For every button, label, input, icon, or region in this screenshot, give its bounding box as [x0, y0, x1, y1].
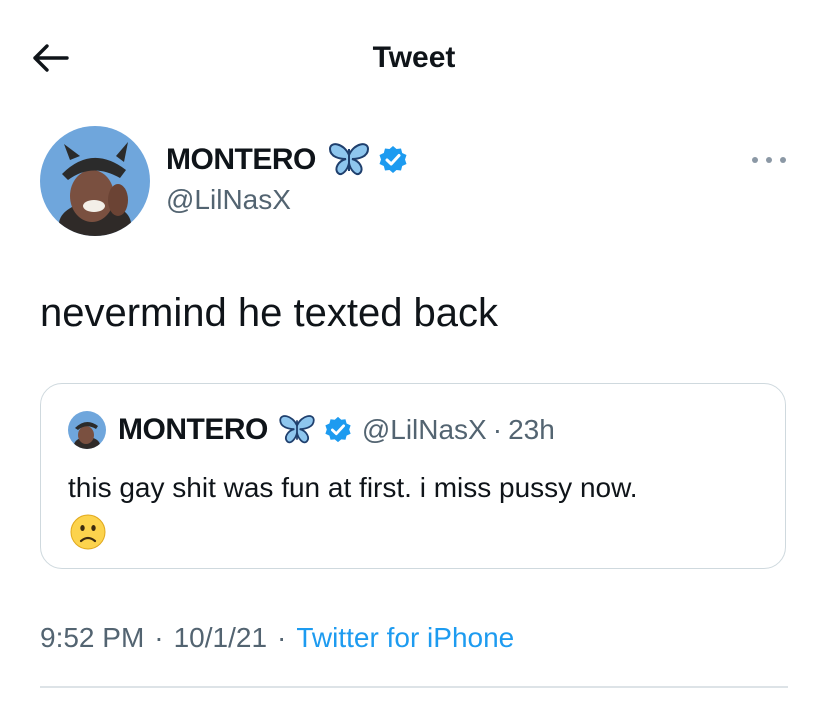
butterfly-icon: [278, 415, 316, 445]
quoted-handle: @LilNasX: [361, 414, 487, 445]
page-title: Tweet: [372, 41, 456, 74]
verified-badge-icon: [378, 145, 408, 175]
quoted-separator: ·: [492, 414, 503, 445]
divider: [40, 686, 788, 688]
meta-separator: ·: [277, 622, 287, 653]
author-handle[interactable]: @LilNasX: [166, 182, 291, 218]
verified-badge-icon: [324, 416, 352, 444]
quoted-timestamp: 23h: [508, 414, 555, 445]
more-options-button[interactable]: [752, 148, 786, 172]
quoted-tweet-text: this gay shit was fun at first. i miss p…: [68, 472, 638, 503]
more-dot: [766, 157, 772, 163]
more-dot: [780, 157, 786, 163]
tweet-source-link[interactable]: Twitter for iPhone: [296, 618, 514, 658]
slightly-frowning-face-icon: [70, 514, 106, 550]
author-display-name[interactable]: MONTERO: [166, 143, 316, 177]
tweet-meta: 9:52 PM · 10/1/21 · Twitter for iPhone: [40, 618, 514, 658]
butterfly-icon: [328, 143, 370, 177]
tweet-time[interactable]: 9:52 PM: [40, 618, 144, 658]
author-avatar[interactable]: [40, 126, 150, 236]
meta-separator: ·: [154, 622, 164, 653]
tweet-date[interactable]: 10/1/21: [174, 618, 267, 658]
tweet-text: nevermind he texted back: [40, 291, 499, 335]
quoted-author-avatar: [68, 411, 106, 449]
more-horizontal-icon: [752, 157, 758, 163]
quoted-display-name: MONTERO: [118, 413, 268, 446]
